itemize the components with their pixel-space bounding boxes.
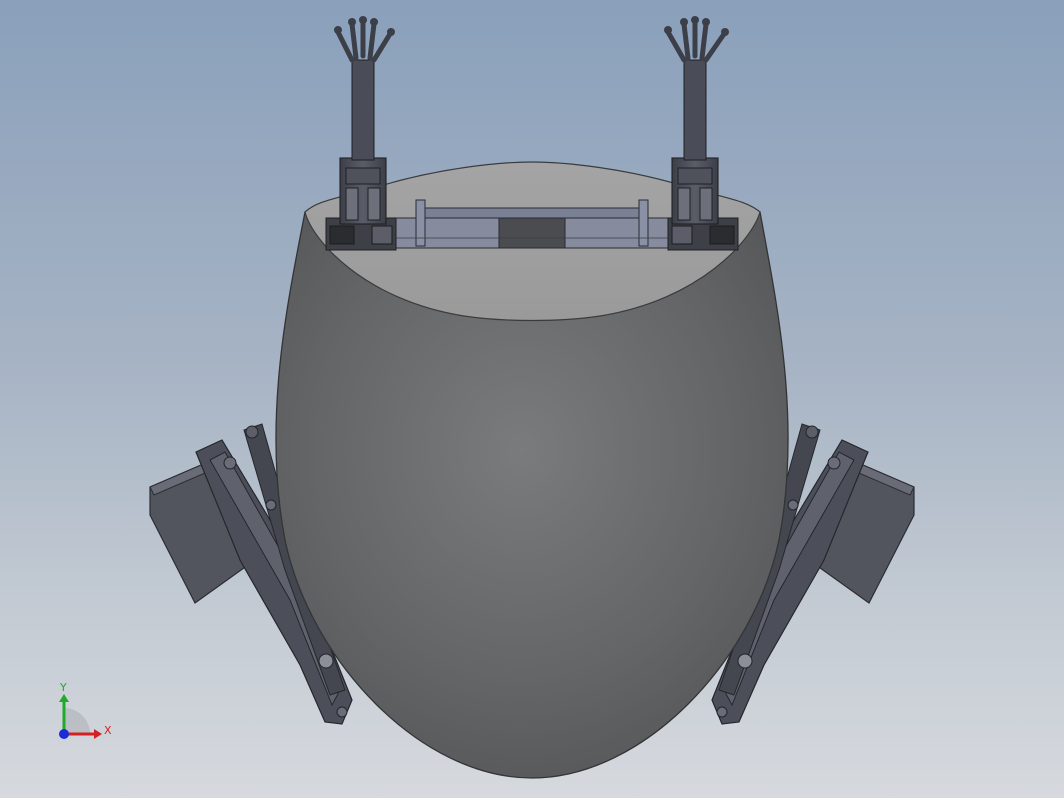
left-pivot-top: [223, 456, 237, 470]
left-gripper-fingers[interactable]: [335, 19, 393, 63]
right-pivot-bottom: [737, 653, 753, 669]
right-pivot-mid: [787, 499, 799, 511]
left-pivot-mid: [265, 499, 277, 511]
left-screw: [245, 425, 259, 439]
left-gripper[interactable]: [334, 16, 395, 225]
triad-quarter-disc: [64, 708, 90, 734]
triad-x-arrow: [94, 729, 102, 739]
triad-z-axis: [59, 729, 69, 739]
rail-slider[interactable]: [498, 217, 566, 249]
right-gripper-shaft: [683, 59, 707, 161]
right-gripper-fingers[interactable]: [665, 19, 727, 63]
cad-viewport[interactable]: X Y: [0, 0, 1064, 798]
rail-post-left: [415, 199, 426, 247]
triad-y-label: Y: [59, 681, 67, 694]
right-screw: [805, 425, 819, 439]
triad-y-arrow: [59, 694, 69, 702]
right-pivot-top: [827, 456, 841, 470]
coordinate-triad: X Y: [59, 681, 112, 739]
triad-x-label: X: [104, 724, 112, 737]
left-pivot-end: [336, 706, 348, 718]
right-pivot-end: [716, 706, 728, 718]
left-pivot-bottom: [318, 653, 334, 669]
rail-post-right: [638, 199, 649, 247]
right-gripper[interactable]: [664, 16, 729, 225]
rail-bar: [419, 207, 645, 219]
left-gripper-shaft: [351, 59, 375, 161]
